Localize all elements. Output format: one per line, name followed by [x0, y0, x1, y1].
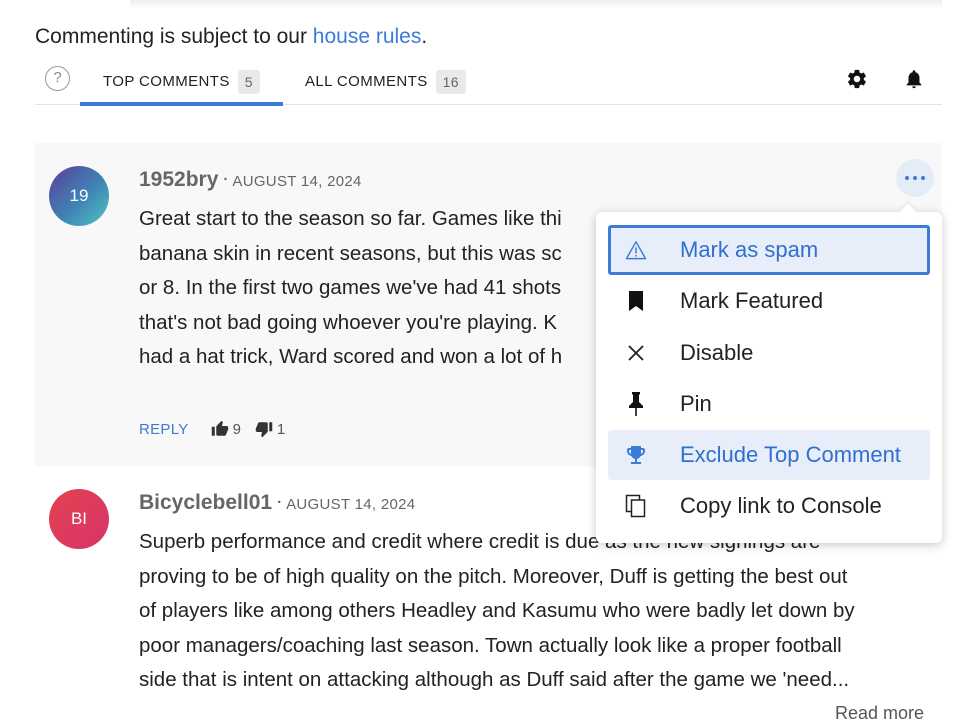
- comment-tabs-bar: ? TOP COMMENTS 5 ALL COMMENTS 16: [35, 58, 942, 106]
- copy-icon: [624, 494, 648, 518]
- comment-meta: 1952bry AUGUST 14, 2024: [139, 168, 362, 192]
- more-dot: [913, 176, 917, 180]
- menu-item-mark-spam[interactable]: Mark as spam: [608, 225, 930, 275]
- comment-actions: REPLY 9 1: [139, 420, 285, 438]
- avatar[interactable]: BI: [49, 489, 109, 549]
- more-dot: [905, 176, 909, 180]
- downvote-button[interactable]: 1: [255, 420, 285, 438]
- menu-item-disable[interactable]: Disable: [608, 328, 930, 378]
- thumbs-down-icon: [255, 422, 273, 438]
- more-options-button[interactable]: [896, 159, 934, 197]
- more-dot: [921, 176, 925, 180]
- tab-top-comments-label: TOP COMMENTS: [103, 73, 230, 90]
- trophy-icon: [624, 443, 648, 467]
- warning-icon: [624, 238, 648, 262]
- gear-icon[interactable]: [846, 68, 868, 90]
- previous-section-fade: [130, 0, 942, 8]
- tab-all-comments[interactable]: ALL COMMENTS 16: [305, 58, 466, 105]
- upvote-button[interactable]: 9: [211, 420, 241, 438]
- read-more-link[interactable]: Read more: [835, 703, 924, 724]
- house-rules-line: Commenting is subject to our house rules…: [35, 25, 427, 49]
- pin-icon: [624, 392, 648, 416]
- help-icon[interactable]: ?: [45, 66, 70, 91]
- menu-item-label: Mark Featured: [680, 288, 824, 313]
- tab-top-comments-count: 5: [237, 69, 260, 94]
- comment-author[interactable]: 1952bry: [139, 168, 218, 192]
- menu-item-pin[interactable]: Pin: [608, 379, 930, 429]
- menu-item-label: Mark as spam: [680, 237, 819, 262]
- downvote-count: 1: [276, 420, 286, 438]
- upvote-count: 9: [232, 420, 241, 438]
- menu-item-label: Pin: [680, 391, 712, 416]
- menu-item-label: Disable: [680, 340, 754, 365]
- thumbs-up-icon: [211, 420, 228, 436]
- menu-item-mark-featured[interactable]: Mark Featured: [608, 276, 930, 326]
- tab-all-comments-label: ALL COMMENTS: [305, 73, 428, 90]
- bell-icon[interactable]: [903, 67, 925, 91]
- tab-top-comments[interactable]: TOP COMMENTS 5: [80, 58, 283, 106]
- comment-date: AUGUST 14, 2024: [223, 171, 361, 190]
- comment-author[interactable]: Bicyclebell01: [139, 491, 272, 515]
- menu-item-label: Copy link to Console: [680, 493, 882, 518]
- comment-date: AUGUST 14, 2024: [277, 494, 415, 513]
- reply-button[interactable]: REPLY: [139, 421, 189, 438]
- tab-all-comments-count: 16: [435, 69, 466, 94]
- menu-item-label: Exclude Top Comment: [680, 442, 901, 467]
- comment-meta: Bicyclebell01 AUGUST 14, 2024: [139, 491, 415, 515]
- house-rules-suffix: .: [421, 25, 428, 48]
- avatar[interactable]: 19: [49, 166, 109, 226]
- menu-item-copy-link[interactable]: Copy link to Console: [608, 481, 930, 531]
- comment-body: Superb performance and credit where cred…: [139, 530, 855, 691]
- menu-item-exclude-top-comment[interactable]: Exclude Top Comment: [608, 430, 930, 480]
- bookmark-icon: [624, 289, 648, 313]
- house-rules-link[interactable]: house rules: [313, 25, 422, 48]
- house-rules-prefix: Commenting is subject to our: [35, 25, 313, 48]
- moderation-menu: Mark as spam Mark Featured Disable Pin E…: [596, 203, 942, 543]
- close-icon: [624, 341, 648, 365]
